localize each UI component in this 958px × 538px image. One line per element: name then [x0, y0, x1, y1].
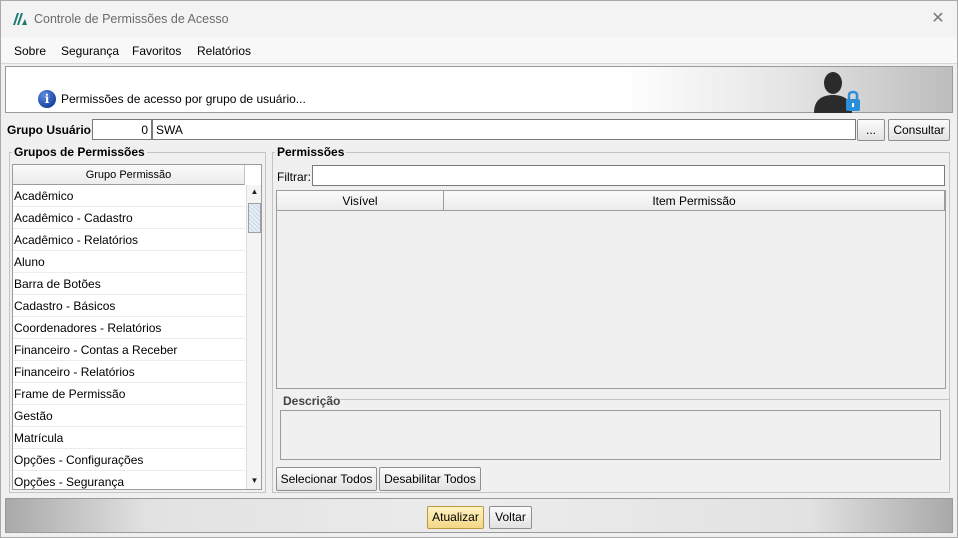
info-icon: i	[38, 90, 56, 108]
window-title: Controle de Permissões de Acesso	[34, 12, 229, 26]
list-item[interactable]: Financeiro - Relatórios	[13, 361, 245, 383]
desabilitar-todos-button[interactable]: Desabilitar Todos	[379, 467, 481, 491]
menu-favoritos[interactable]: Favoritos	[132, 44, 181, 58]
descricao-title: Descrição	[283, 394, 341, 408]
descricao-field[interactable]	[280, 410, 941, 460]
permissoes-title: Permissões	[275, 145, 347, 159]
grupo-usuario-label: Grupo Usuário:	[7, 123, 96, 137]
column-header-item-permissao[interactable]: Item Permissão	[444, 191, 945, 211]
menu-bar: Sobre Segurança Favoritos Relatórios	[1, 37, 957, 64]
selecionar-todos-button[interactable]: Selecionar Todos	[276, 467, 377, 491]
grupos-permissoes-title: Grupos de Permissões	[12, 145, 147, 159]
user-lock-icon	[814, 72, 860, 113]
header-text: Permissões de acesso por grupo de usuári…	[61, 92, 306, 106]
grupo-usuario-name-field[interactable]: SWA	[152, 119, 856, 140]
permissoes-grid[interactable]: Visível Item Permissão	[276, 190, 946, 389]
scroll-up-icon[interactable]: ▲	[247, 185, 261, 199]
list-item[interactable]: Aluno	[13, 251, 245, 273]
column-header-grupo-permissao[interactable]: Grupo Permissão	[13, 165, 245, 185]
list-item[interactable]: Acadêmico - Cadastro	[13, 207, 245, 229]
list-item[interactable]: Opções - Configurações	[13, 449, 245, 471]
grupo-usuario-code-field[interactable]: 0	[92, 119, 152, 140]
list-item[interactable]: Financeiro - Contas a Receber	[13, 339, 245, 361]
voltar-button[interactable]: Voltar	[489, 506, 532, 529]
menu-relatorios[interactable]: Relatórios	[197, 44, 251, 58]
column-header-visivel[interactable]: Visível	[277, 191, 444, 211]
main-window: Controle de Permissões de Acesso ✕ Sobre…	[0, 0, 958, 538]
list-item[interactable]: Opções - Segurança	[13, 471, 245, 489]
list-item[interactable]: Gestão	[13, 405, 245, 427]
filtrar-label: Filtrar:	[277, 170, 311, 184]
close-icon[interactable]: ✕	[929, 10, 947, 28]
menu-seguranca[interactable]: Segurança	[61, 44, 119, 58]
list-item[interactable]: Acadêmico - Relatórios	[13, 229, 245, 251]
descricao-divider	[338, 399, 950, 400]
menu-sobre[interactable]: Sobre	[14, 44, 46, 58]
app-logo-icon	[13, 13, 27, 25]
lookup-button[interactable]: ...	[857, 119, 885, 141]
title-bar: Controle de Permissões de Acesso ✕	[1, 1, 957, 37]
atualizar-button[interactable]: Atualizar	[427, 506, 484, 529]
header-panel: i Permissões de acesso por grupo de usuá…	[5, 66, 953, 113]
list-item[interactable]: Acadêmico	[13, 185, 245, 207]
scroll-thumb[interactable]	[248, 203, 261, 233]
list-item[interactable]: Coordenadores - Relatórios	[13, 317, 245, 339]
consultar-button[interactable]: Consultar	[888, 119, 950, 141]
grupos-permissoes-list[interactable]: Grupo Permissão Acadêmico Acadêmico - Ca…	[12, 164, 262, 490]
filtrar-input[interactable]	[312, 165, 945, 186]
list-item[interactable]: Frame de Permissão	[13, 383, 245, 405]
list-item[interactable]: Barra de Botões	[13, 273, 245, 295]
list-item[interactable]: Cadastro - Básicos	[13, 295, 245, 317]
list-item[interactable]: Matrícula	[13, 427, 245, 449]
vertical-scrollbar[interactable]: ▲ ▼	[246, 185, 261, 489]
scroll-down-icon[interactable]: ▼	[247, 474, 261, 488]
